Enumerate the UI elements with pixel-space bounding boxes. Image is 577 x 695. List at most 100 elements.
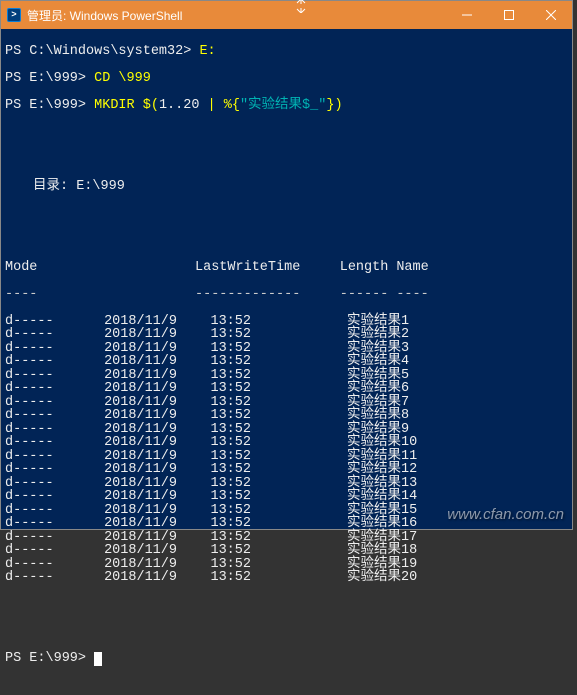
- table-separator: ---------------------------: [5, 288, 568, 302]
- cell-date: 2018/11/9: [90, 463, 195, 477]
- cell-date: 2018/11/9: [90, 423, 195, 437]
- cell-mode: d-----: [5, 315, 90, 329]
- expr-close: }): [326, 98, 342, 113]
- cell-date: 2018/11/9: [90, 315, 195, 329]
- cell-length: [251, 544, 347, 558]
- command: CD: [86, 71, 118, 86]
- watermark: www.cfan.com.cn: [447, 506, 564, 523]
- cell-time: 13:52: [195, 531, 251, 545]
- cell-mode: d-----: [5, 342, 90, 356]
- cell-length: [251, 517, 347, 531]
- table-row: d-----2018/11/913:52实验结果20: [5, 571, 568, 585]
- cell-date: 2018/11/9: [90, 436, 195, 450]
- cell-mode: d-----: [5, 355, 90, 369]
- command-line-2: PS E:\999> CD \999: [5, 72, 568, 86]
- cell-mode: d-----: [5, 463, 90, 477]
- cell-date: 2018/11/9: [90, 544, 195, 558]
- blank-line: [5, 598, 568, 612]
- cell-time: 13:52: [195, 463, 251, 477]
- close-button[interactable]: [530, 1, 572, 29]
- table-row: d-----2018/11/913:52实验结果10: [5, 436, 568, 450]
- col-mode-header: Mode: [5, 261, 90, 275]
- command: MKDIR: [86, 98, 143, 113]
- pipe: |: [208, 98, 224, 113]
- cell-time: 13:52: [195, 328, 251, 342]
- cell-length: [251, 382, 347, 396]
- cell-date: 2018/11/9: [90, 396, 195, 410]
- table-row: d-----2018/11/913:52实验结果5: [5, 369, 568, 383]
- cell-date: 2018/11/9: [90, 558, 195, 572]
- blank-line: [5, 153, 568, 167]
- cell-date: 2018/11/9: [90, 450, 195, 464]
- cell-time: 13:52: [195, 409, 251, 423]
- cell-time: 13:52: [195, 477, 251, 491]
- cell-name: 实验结果6: [347, 382, 568, 396]
- cell-name: 实验结果11: [347, 450, 568, 464]
- cell-length: [251, 355, 347, 369]
- window-controls: [446, 1, 572, 29]
- cell-name: 实验结果18: [347, 544, 568, 558]
- cell-mode: d-----: [5, 531, 90, 545]
- cell-name: 实验结果4: [347, 355, 568, 369]
- prompt-line: PS E:\999>: [5, 652, 568, 666]
- cell-mode: d-----: [5, 396, 90, 410]
- cell-mode: d-----: [5, 504, 90, 518]
- titlebar[interactable]: > 管理员: Windows PowerShell: [1, 1, 572, 29]
- table-row: d-----2018/11/913:52实验结果18: [5, 544, 568, 558]
- command-line-3: PS E:\999> MKDIR $(1..20 | %{"实验结果$_"}): [5, 99, 568, 113]
- cell-time: 13:52: [195, 571, 251, 585]
- cell-date: 2018/11/9: [90, 355, 195, 369]
- cell-date: 2018/11/9: [90, 477, 195, 491]
- sep: ------: [300, 288, 396, 302]
- cell-mode: d-----: [5, 558, 90, 572]
- cell-name: 实验结果20: [347, 571, 568, 585]
- prompt: PS E:\999>: [5, 98, 86, 113]
- minimize-button[interactable]: [446, 1, 488, 29]
- range: 1..20: [159, 98, 208, 113]
- cell-length: [251, 477, 347, 491]
- command: E:: [191, 44, 215, 59]
- blank-line: [5, 625, 568, 639]
- cell-time: 13:52: [195, 436, 251, 450]
- cell-length: [251, 409, 347, 423]
- cell-length: [251, 504, 347, 518]
- cell-mode: d-----: [5, 477, 90, 491]
- cell-time: 13:52: [195, 423, 251, 437]
- cursor: [94, 652, 102, 666]
- cell-time: 13:52: [195, 355, 251, 369]
- command-line-1: PS C:\Windows\system32> E:: [5, 45, 568, 59]
- command-arg: \999: [118, 71, 150, 86]
- blank-line: [5, 207, 568, 221]
- cell-length: [251, 450, 347, 464]
- table-row: d-----2018/11/913:52 实验结果13: [5, 477, 568, 491]
- terminal-content[interactable]: PS C:\Windows\system32> E: PS E:\999> CD…: [1, 29, 572, 695]
- cell-length: [251, 436, 347, 450]
- table-row: d-----2018/11/913:52 实验结果4: [5, 355, 568, 369]
- window-title: 管理员: Windows PowerShell: [27, 7, 182, 24]
- cell-mode: d-----: [5, 490, 90, 504]
- maximize-button[interactable]: [488, 1, 530, 29]
- table-row: d-----2018/11/913:52实验结果2: [5, 328, 568, 342]
- cell-date: 2018/11/9: [90, 517, 195, 531]
- cell-time: 13:52: [195, 342, 251, 356]
- cell-name: 实验结果2: [347, 328, 568, 342]
- cell-name: 实验结果10: [347, 436, 568, 450]
- cell-mode: d-----: [5, 544, 90, 558]
- cell-date: 2018/11/9: [90, 531, 195, 545]
- table-row: d-----2018/11/913:52实验结果3: [5, 342, 568, 356]
- cell-date: 2018/11/9: [90, 342, 195, 356]
- powershell-icon: >: [7, 8, 21, 22]
- blank-line: [5, 126, 568, 140]
- cell-name: 实验结果13: [347, 477, 568, 491]
- table-row: d-----2018/11/913:52实验结果9: [5, 423, 568, 437]
- col-lastwrite-header: LastWriteTime: [115, 261, 300, 275]
- cell-name: 实验结果7: [347, 396, 568, 410]
- cell-length: [251, 463, 347, 477]
- cell-mode: d-----: [5, 328, 90, 342]
- col-length-header: Length: [300, 261, 396, 275]
- cell-date: 2018/11/9: [90, 382, 195, 396]
- table-row: d-----2018/11/913:52实验结果12: [5, 463, 568, 477]
- cell-date: 2018/11/9: [90, 409, 195, 423]
- cell-mode: d-----: [5, 382, 90, 396]
- cell-mode: d-----: [5, 517, 90, 531]
